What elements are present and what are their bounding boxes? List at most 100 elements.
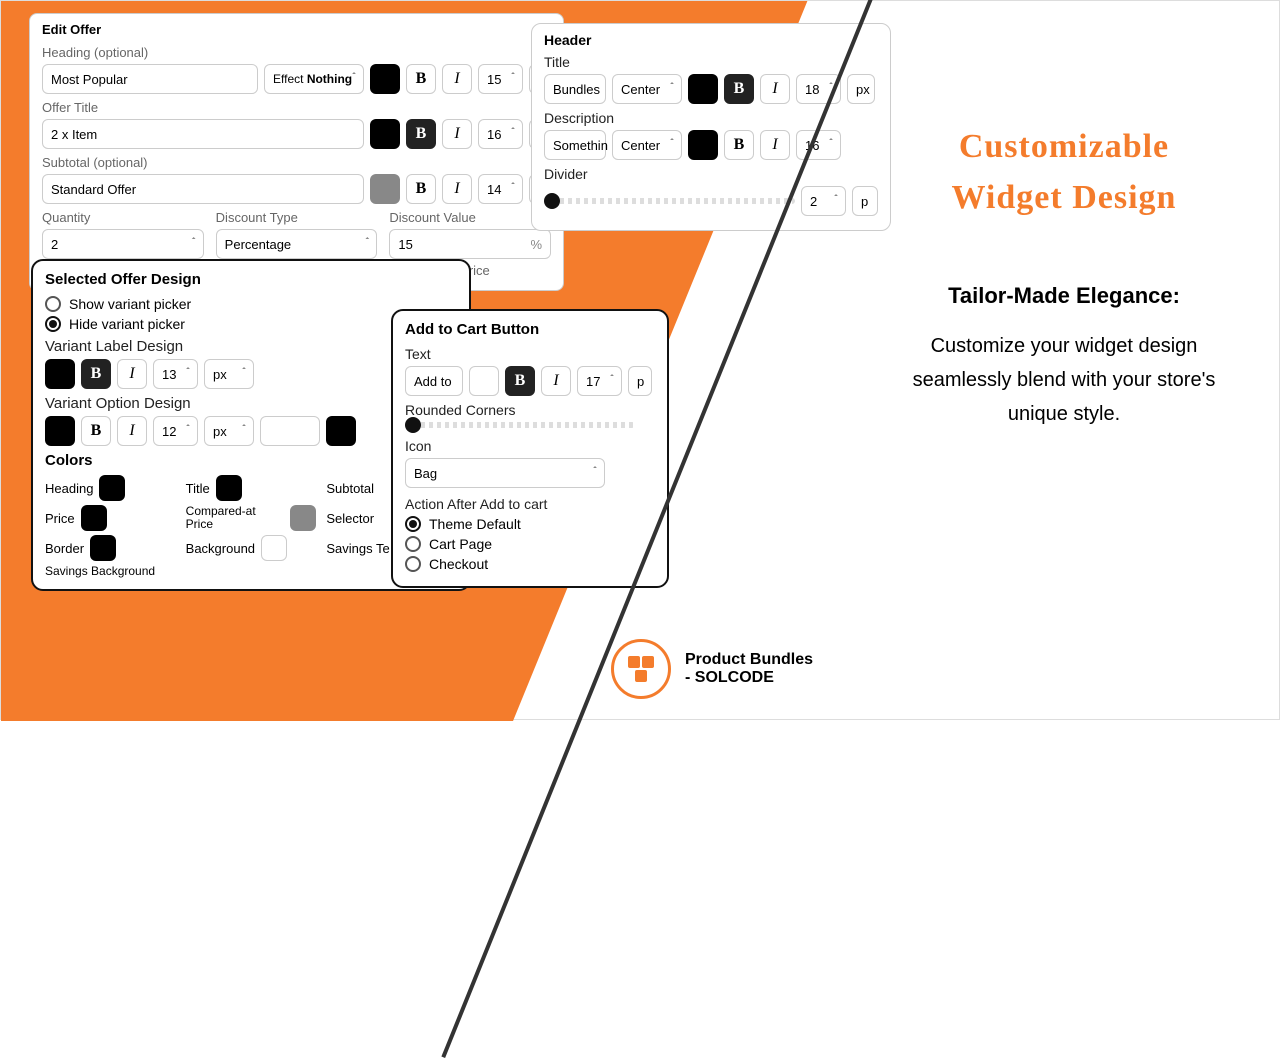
desc-label: Description — [544, 110, 878, 126]
color-label-price: Price — [45, 511, 75, 526]
body-text: Customize your widget design seamlessly … — [889, 329, 1239, 431]
text-label: Text — [405, 346, 655, 362]
discount-type-label: Discount Type — [216, 210, 378, 225]
panel-title: Add to Cart Button — [405, 321, 655, 338]
icon-select[interactable]: Bag — [405, 458, 605, 488]
brand-logo-icon — [611, 639, 671, 699]
discount-type-select[interactable]: Percentage — [216, 229, 378, 259]
offer-title-color-swatch[interactable] — [370, 119, 400, 149]
atc-text-swatch[interactable] — [469, 366, 499, 396]
qty-input[interactable]: 2 — [42, 229, 204, 259]
rounded-slider[interactable] — [405, 422, 635, 428]
subtotal-input[interactable]: Standard Offer — [42, 174, 364, 204]
italic-button[interactable]: I — [442, 119, 472, 149]
radio-checkout[interactable]: Checkout — [405, 556, 655, 572]
color-label-selector: Selector — [326, 511, 374, 526]
atc-text-input[interactable]: Add to — [405, 366, 463, 396]
color-swatch-heading[interactable] — [99, 475, 125, 501]
color-label-background: Background — [186, 541, 255, 556]
italic-button[interactable]: I — [117, 359, 147, 389]
bold-button[interactable]: B — [81, 416, 111, 446]
color-label-savings-bg: Savings Background — [45, 565, 155, 578]
add-to-cart-panel: Add to Cart Button Text Add to B I 17 p … — [391, 309, 669, 588]
offer-title-label: Offer Title — [42, 100, 551, 115]
panel-title: Edit Offer — [42, 22, 551, 37]
header-panel: Header Title Bundles Center B I 18 px De… — [531, 23, 891, 231]
bold-button[interactable]: B — [724, 74, 754, 104]
variant-option-extra[interactable] — [260, 416, 320, 446]
brand-block: Product Bundles- SOLCODE — [611, 639, 813, 699]
color-swatch-background[interactable] — [261, 535, 287, 561]
panel-title: Header — [544, 32, 878, 48]
color-label-heading: Heading — [45, 481, 93, 496]
color-swatch-title[interactable] — [216, 475, 242, 501]
color-swatch-border[interactable] — [90, 535, 116, 561]
effect-select[interactable]: Effect Nothing — [264, 64, 364, 94]
heading-input[interactable]: Most Popular — [42, 64, 258, 94]
discount-value-input[interactable]: 15% — [389, 229, 551, 259]
heading-color-swatch[interactable] — [370, 64, 400, 94]
variant-option-swatch2[interactable] — [326, 416, 356, 446]
atc-text-unit[interactable]: p — [628, 366, 652, 396]
variant-option-unit[interactable]: px — [204, 416, 254, 446]
header-desc-size[interactable]: 16 — [796, 130, 841, 160]
divider-label: Divider — [544, 166, 878, 182]
italic-button[interactable]: I — [442, 64, 472, 94]
bold-button[interactable]: B — [406, 64, 436, 94]
icon-label: Icon — [405, 438, 655, 454]
subtotal-size-input[interactable]: 14 — [478, 174, 523, 204]
variant-label-size[interactable]: 13 — [153, 359, 198, 389]
headline: CustomizableWidget Design — [889, 121, 1239, 223]
heading-label: Heading (optional) — [42, 45, 551, 60]
color-swatch-compared[interactable] — [290, 505, 316, 531]
color-label-savings-text: Savings Te — [326, 541, 389, 556]
italic-button[interactable]: I — [541, 366, 571, 396]
variant-label-unit[interactable]: px — [204, 359, 254, 389]
header-desc-align[interactable]: Center — [612, 130, 682, 160]
bold-button[interactable]: B — [406, 174, 436, 204]
atc-text-size[interactable]: 17 — [577, 366, 622, 396]
italic-button[interactable]: I — [760, 130, 790, 160]
heading-size-input[interactable]: 15 — [478, 64, 523, 94]
qty-label: Quantity — [42, 210, 204, 225]
color-label-subtotal: Subtotal — [326, 481, 374, 496]
divider-unit[interactable]: p — [852, 186, 878, 216]
color-label-title: Title — [186, 481, 210, 496]
italic-button[interactable]: I — [442, 174, 472, 204]
offer-title-size-input[interactable]: 16 — [478, 119, 523, 149]
edit-offer-panel: × Edit Offer Heading (optional) Most Pop… — [29, 13, 564, 291]
header-title-swatch[interactable] — [688, 74, 718, 104]
header-title-align[interactable]: Center — [612, 74, 682, 104]
radio-show-variant[interactable]: Show variant picker — [45, 296, 457, 312]
subtotal-color-swatch[interactable] — [370, 174, 400, 204]
bold-button[interactable]: B — [81, 359, 111, 389]
offer-title-input[interactable]: 2 x Item — [42, 119, 364, 149]
header-title-unit[interactable]: px — [847, 74, 875, 104]
color-label-border: Border — [45, 541, 84, 556]
brand-text: Product Bundles- SOLCODE — [685, 651, 813, 687]
divider-slider[interactable] — [544, 198, 795, 204]
header-desc-swatch[interactable] — [688, 130, 718, 160]
divider-value[interactable]: 2 — [801, 186, 846, 216]
color-swatch-price[interactable] — [81, 505, 107, 531]
discount-value-label: Discount Value — [389, 210, 551, 225]
italic-button[interactable]: I — [117, 416, 147, 446]
italic-button[interactable]: I — [760, 74, 790, 104]
title-label: Title — [544, 54, 878, 70]
header-title-input[interactable]: Bundles — [544, 74, 606, 104]
variant-label-swatch[interactable] — [45, 359, 75, 389]
variant-option-swatch[interactable] — [45, 416, 75, 446]
subheadline: Tailor-Made Elegance: — [889, 283, 1239, 309]
radio-theme-default[interactable]: Theme Default — [405, 516, 655, 532]
action-label: Action After Add to cart — [405, 496, 655, 512]
radio-cart-page[interactable]: Cart Page — [405, 536, 655, 552]
bold-button[interactable]: B — [505, 366, 535, 396]
panel-title: Selected Offer Design — [45, 271, 457, 288]
subtotal-label: Subtotal (optional) — [42, 155, 551, 170]
bold-button[interactable]: B — [406, 119, 436, 149]
marketing-copy: CustomizableWidget Design Tailor-Made El… — [889, 121, 1239, 431]
header-desc-input[interactable]: Somethin — [544, 130, 606, 160]
rounded-label: Rounded Corners — [405, 402, 655, 418]
bold-button[interactable]: B — [724, 130, 754, 160]
variant-option-size[interactable]: 12 — [153, 416, 198, 446]
